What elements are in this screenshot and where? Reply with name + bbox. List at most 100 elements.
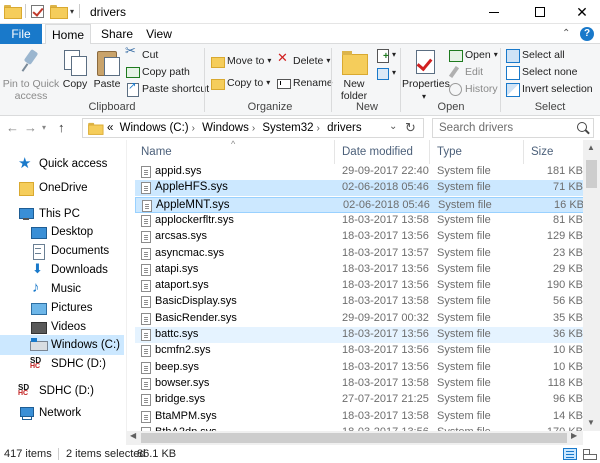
- system-file-icon: [141, 166, 151, 178]
- address-dropdown-icon[interactable]: ⌄: [389, 121, 397, 132]
- breadcrumb-overflow[interactable]: «: [107, 122, 113, 134]
- scroll-left-arrow-icon[interactable]: ◀: [130, 431, 136, 440]
- vertical-scrollbar[interactable]: ▲ ▼: [583, 140, 600, 431]
- nav-item-sdhc-d-root[interactable]: SDHC (D:): [0, 381, 124, 401]
- chevron-down-icon: ▾: [421, 92, 426, 101]
- tab-share[interactable]: Share: [98, 24, 136, 44]
- table-row[interactable]: atapi.sys 18-03-2017 13:56 System file 29 K…: [135, 262, 588, 278]
- close-button[interactable]: ✕: [562, 0, 600, 24]
- scroll-down-arrow-icon[interactable]: ▼: [587, 418, 595, 427]
- column-divider[interactable]: [523, 140, 524, 164]
- delete-button[interactable]: Delete ▾: [276, 52, 330, 68]
- select-all-button[interactable]: Select all: [505, 48, 565, 63]
- rename-button[interactable]: Rename: [276, 76, 333, 90]
- column-header-name[interactable]: Name: [141, 146, 172, 158]
- paste-shortcut-button[interactable]: Paste shortcut: [125, 81, 209, 97]
- large-icons-view-icon[interactable]: [582, 448, 597, 460]
- customize-toolbar-dropdown-icon[interactable]: ▾: [70, 7, 74, 16]
- breadcrumb-separator[interactable]: ›: [252, 123, 255, 134]
- copy-button[interactable]: Copy: [60, 48, 90, 90]
- minimize-button[interactable]: [474, 0, 514, 24]
- history-button[interactable]: History: [448, 82, 498, 96]
- copy-path-button[interactable]: Copy path: [125, 65, 190, 79]
- nav-item-downloads[interactable]: Downloads: [0, 260, 124, 280]
- table-row[interactable]: bowser.sys 18-03-2017 13:58 System file 118…: [135, 376, 588, 392]
- table-row[interactable]: battc.sys 18-03-2017 13:56 System file 36 K…: [135, 327, 588, 343]
- tab-view[interactable]: View: [142, 24, 176, 44]
- scroll-right-arrow-icon[interactable]: ▶: [571, 431, 577, 440]
- open-button[interactable]: Open ▾: [448, 48, 498, 62]
- cut-button[interactable]: Cut: [125, 45, 158, 62]
- horizontal-scroll-thumb[interactable]: [141, 433, 567, 443]
- nav-item-sdhc-d[interactable]: SDHC (D:): [0, 354, 124, 374]
- system-file-icon: [141, 214, 151, 227]
- maximize-button[interactable]: [520, 0, 560, 24]
- table-row[interactable]: asyncmac.sys 18-03-2017 13:57 System file 2…: [135, 246, 588, 262]
- table-row[interactable]: BasicDisplay.sys 18-03-2017 13:58 System f…: [135, 294, 588, 310]
- invert-selection-button[interactable]: Invert selection: [505, 82, 593, 97]
- properties-check-icon[interactable]: [31, 4, 44, 18]
- easy-access-button[interactable]: ▾: [375, 66, 396, 80]
- refresh-icon[interactable]: ↻: [405, 120, 416, 136]
- properties-button[interactable]: Properties ▾: [402, 48, 450, 103]
- scroll-up-arrow-icon[interactable]: ▲: [587, 143, 595, 152]
- breadcrumb-system32[interactable]: System32: [262, 122, 313, 134]
- system-file-icon: [141, 394, 151, 407]
- select-none-button[interactable]: Select none: [505, 65, 577, 80]
- new-folder-quick-icon[interactable]: [50, 5, 68, 19]
- edit-button[interactable]: Edit: [448, 65, 483, 79]
- copy-to-button[interactable]: Copy to ▾: [210, 76, 270, 90]
- move-to-button[interactable]: Move to ▾: [210, 54, 271, 68]
- nav-item-quick-access[interactable]: Quick access: [0, 154, 124, 174]
- breadcrumb-separator[interactable]: ›: [317, 123, 320, 134]
- paste-button[interactable]: Paste: [92, 48, 122, 90]
- tab-file[interactable]: File: [0, 24, 42, 44]
- table-row[interactable]: BtaMPM.sys 18-03-2017 13:58 System file 14 …: [135, 409, 588, 425]
- nav-item-windows-c[interactable]: Windows (C:): [0, 335, 124, 355]
- search-input[interactable]: Search drivers: [432, 118, 594, 138]
- help-icon[interactable]: ?: [580, 27, 594, 41]
- new-item-button[interactable]: ▾: [375, 48, 396, 63]
- table-row[interactable]: appid.sys 29-09-2017 22:40 System file 181 …: [135, 164, 588, 180]
- nav-item-documents[interactable]: Documents: [0, 241, 124, 261]
- column-header-size[interactable]: Size: [531, 146, 553, 158]
- details-view-icon[interactable]: [563, 448, 577, 460]
- nav-item-onedrive[interactable]: OneDrive: [0, 178, 124, 198]
- breadcrumb-separator[interactable]: ›: [192, 123, 195, 134]
- table-row[interactable]: AppleHFS.sys 02-06-2018 05:46 System file 7…: [135, 180, 588, 197]
- recent-locations-chevron-icon[interactable]: ▾: [42, 123, 46, 132]
- up-arrow-icon[interactable]: ↑: [58, 120, 65, 135]
- nav-item-network[interactable]: Network: [0, 403, 124, 423]
- table-row[interactable]: arcsas.sys 18-03-2017 13:56 System file 129…: [135, 229, 588, 245]
- forward-arrow-icon[interactable]: →: [24, 120, 37, 135]
- new-folder-button[interactable]: New folder: [334, 48, 374, 102]
- table-row[interactable]: bcmfn2.sys 18-03-2017 13:56 System file 10 …: [135, 343, 588, 359]
- nav-item-pictures[interactable]: Pictures: [0, 298, 124, 318]
- column-divider[interactable]: [334, 140, 335, 164]
- column-divider[interactable]: [429, 140, 430, 164]
- pin-to-quick-access-button[interactable]: Pin to Quick access: [2, 48, 60, 102]
- collapse-ribbon-icon[interactable]: ⌃: [562, 28, 570, 39]
- address-bar[interactable]: « Windows (C:) › Windows › System32 › drive…: [82, 118, 424, 138]
- breadcrumb-drivers[interactable]: drivers: [327, 122, 362, 134]
- vertical-scroll-thumb[interactable]: [586, 160, 597, 188]
- column-header-type[interactable]: Type: [437, 146, 462, 158]
- table-row[interactable]: AppleMNT.sys 02-06-2018 05:46 System file 1…: [135, 196, 588, 213]
- breadcrumb-windows[interactable]: Windows: [202, 122, 249, 134]
- breadcrumb: « Windows (C:) › Windows › System32 › drive…: [107, 122, 365, 134]
- horizontal-scrollbar[interactable]: ◀ ▶: [127, 431, 583, 445]
- table-row[interactable]: applockerfltr.sys 18-03-2017 13:58 System …: [135, 213, 588, 229]
- table-row[interactable]: beep.sys 18-03-2017 13:56 System file 10 KB: [135, 360, 588, 376]
- nav-item-desktop[interactable]: Desktop: [0, 222, 124, 242]
- nav-item-videos[interactable]: Videos: [0, 317, 124, 337]
- tab-home[interactable]: Home: [45, 24, 91, 45]
- file-size: 181 KB: [546, 165, 583, 177]
- table-row[interactable]: ataport.sys 18-03-2017 13:56 System file 19…: [135, 278, 588, 294]
- column-header-date-modified[interactable]: Date modified: [342, 146, 413, 158]
- table-row[interactable]: bridge.sys 27-07-2017 21:25 System file 96 …: [135, 392, 588, 408]
- nav-item-music[interactable]: Music: [0, 279, 124, 299]
- back-arrow-icon[interactable]: ←: [6, 120, 19, 135]
- nav-item-this-pc[interactable]: This PC: [0, 204, 124, 224]
- table-row[interactable]: BasicRender.sys 29-09-2017 00:32 System fi…: [135, 311, 588, 327]
- breadcrumb-windows-c[interactable]: Windows (C:): [120, 122, 189, 134]
